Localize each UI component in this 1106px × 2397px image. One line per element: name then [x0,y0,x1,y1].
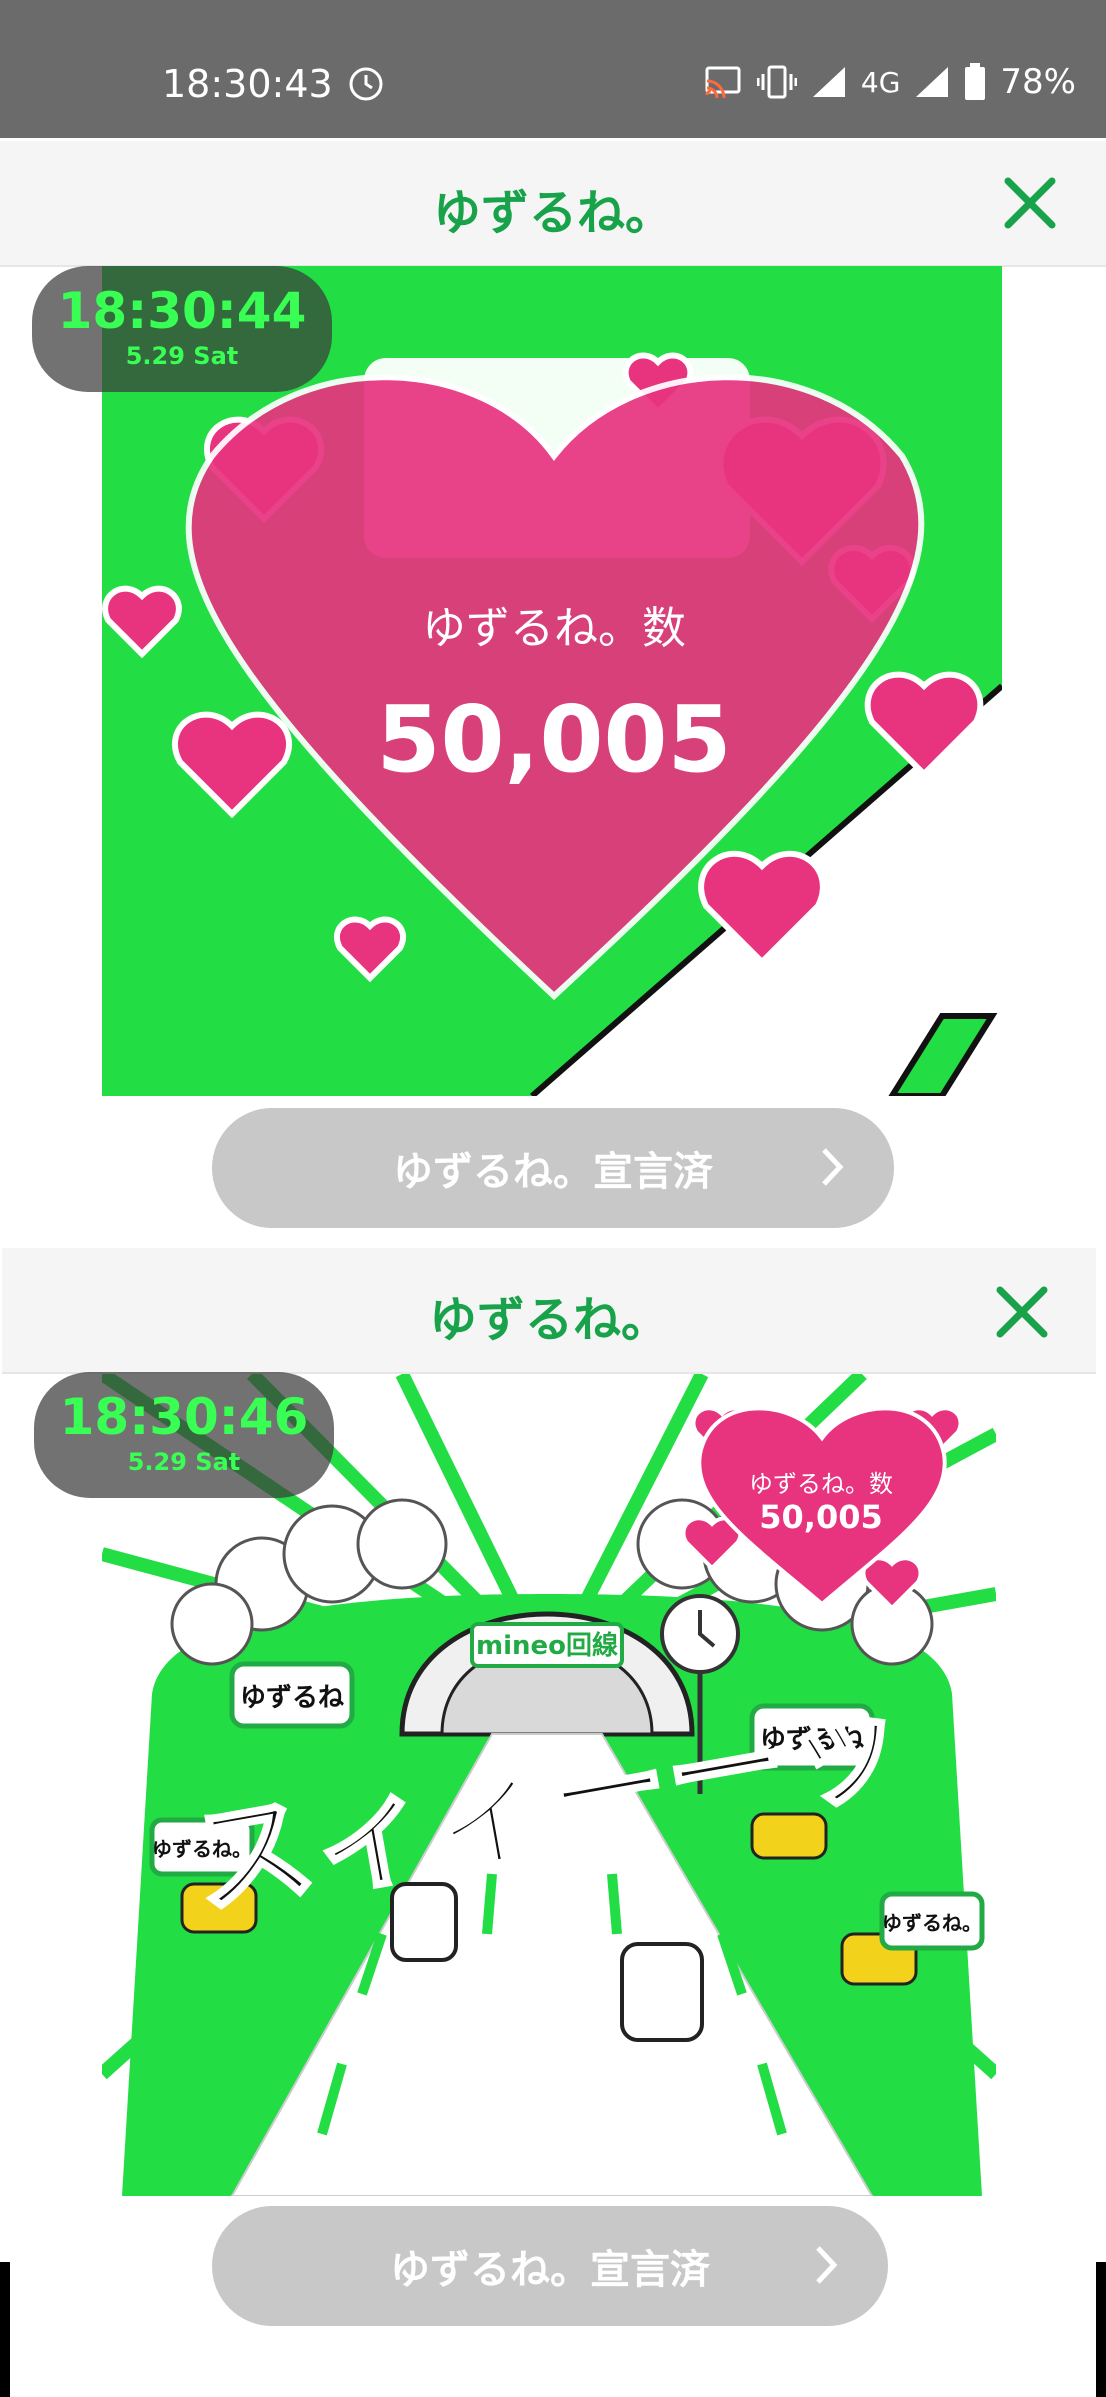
cast-icon [705,66,741,99]
speech-bubble-text: ゆずるね。 [882,1911,982,1935]
modal-header-1: ゆずるね。 [0,141,1106,267]
modal-title: ゆずるね。 [428,1292,669,1348]
screen-edge [0,2262,10,2397]
overlay-date: 5.29 Sat [125,342,239,370]
yuzurune-count-label: ゆずるね。数 [749,1470,893,1498]
vibrate-icon [756,65,797,99]
status-bar: 18:30:43 4G 78% [0,0,1106,138]
close-icon[interactable] [994,1284,1050,1340]
modal-header-2: ゆずるね。 [2,1248,1096,1374]
battery-icon [965,63,986,100]
declared-button[interactable]: ゆずるね。宣言済 [212,2206,888,2326]
overlay-time: 18:30:44 [57,282,307,340]
overlay-date: 5.29 Sat [127,1448,241,1476]
declared-button-label: ゆずるね。宣言済 [393,1149,713,1195]
screen-edge [1096,2262,1106,2397]
network-type: 4G [860,65,901,99]
status-icons: 4G 78% [703,62,1076,102]
speech-bubble-text: ゆずるね [240,1683,344,1713]
alarm-clock-icon [349,67,383,101]
chevron-right-icon [822,1148,844,1186]
signal-icon-2 [916,67,949,97]
chevron-right-icon [816,2246,838,2284]
status-time: 18:30:43 [162,62,333,106]
declared-button[interactable]: ゆずるね。宣言済 [212,1108,894,1228]
yuzurune-count-value: 50,005 [759,1498,883,1536]
floating-clock-overlay[interactable]: 18:30:46 5.29 Sat [34,1372,334,1498]
battery-percent: 78% [1000,62,1076,102]
yuzurune-count-label: ゆずるね。数 [422,603,686,654]
modal-title: ゆずるね。 [432,185,673,241]
yuzurune-count-value: 50,005 [376,686,732,793]
close-icon[interactable] [1002,175,1058,231]
floating-clock-overlay[interactable]: 18:30:44 5.29 Sat [32,266,332,392]
signal-icon [812,67,845,97]
overlay-time: 18:30:46 [59,1388,309,1446]
declared-button-label: ゆずるね。宣言済 [390,2247,710,2293]
tunnel-sign-text: mineo回線 [476,1630,618,1661]
